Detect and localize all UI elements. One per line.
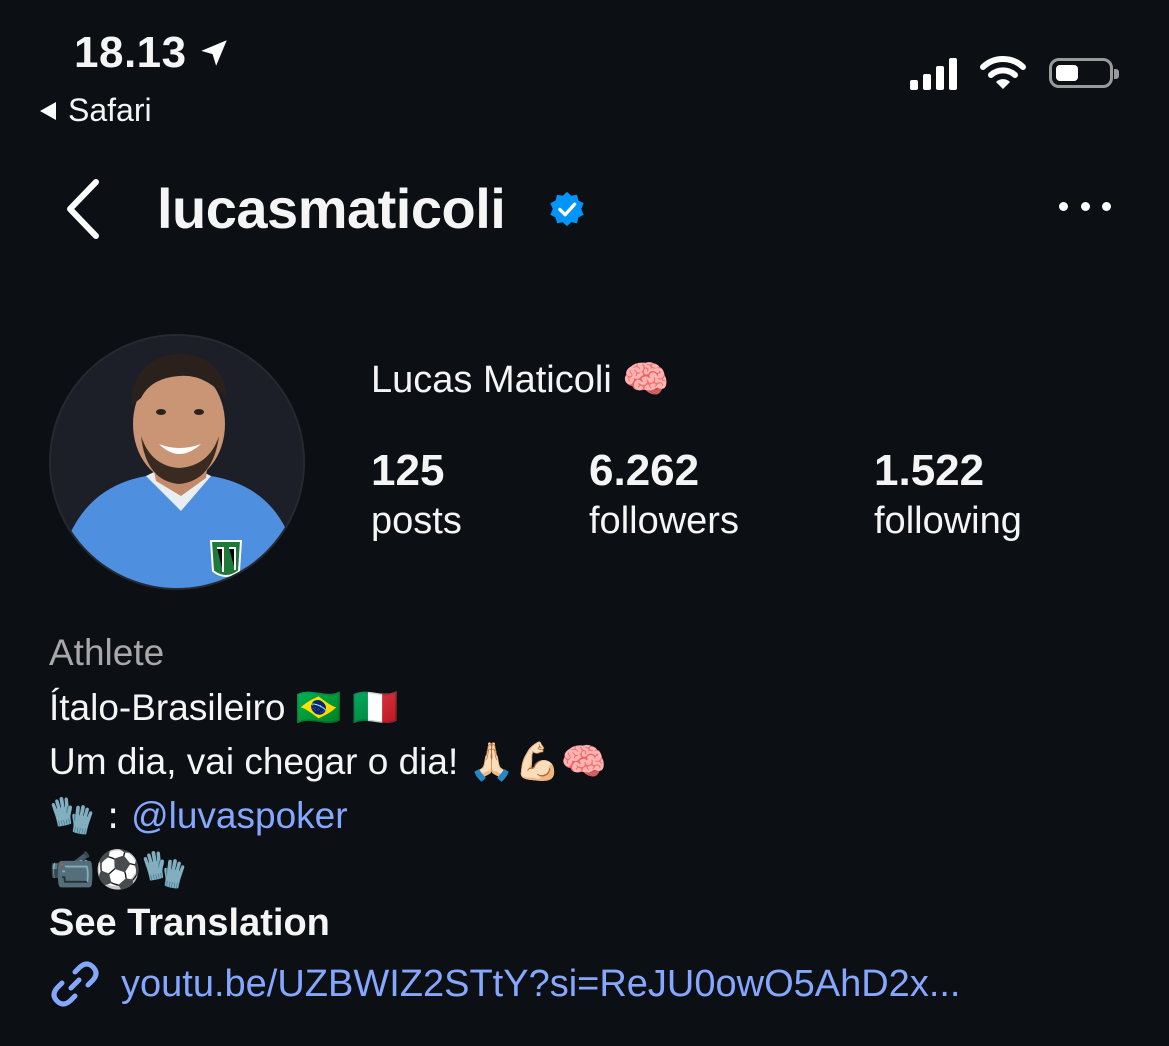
posts-count: 125 bbox=[371, 446, 445, 495]
bio-line-4: 📹⚽🧤 bbox=[49, 848, 188, 891]
battery-icon bbox=[1049, 58, 1119, 88]
followers-count: 6.262 bbox=[589, 446, 700, 495]
location-arrow-icon bbox=[200, 40, 227, 66]
mention-link[interactable]: @luvaspoker bbox=[131, 795, 348, 836]
back-app-label: Safari bbox=[68, 92, 152, 128]
profile-username: lucasmaticoli bbox=[157, 177, 506, 240]
bio-line-2: Um dia, vai chegar o dia! 🙏🏻💪🏻🧠 bbox=[49, 741, 607, 782]
link-chain-icon bbox=[51, 961, 99, 1007]
more-options-icon[interactable] bbox=[1059, 196, 1111, 216]
bio-line-3-prefix: 🧤 : bbox=[49, 794, 132, 837]
profile-avatar[interactable] bbox=[49, 334, 305, 590]
back-chevron-icon[interactable] bbox=[60, 176, 110, 242]
posts-stat[interactable]: 125 posts bbox=[371, 446, 462, 546]
bio-line-1: Ítalo-Brasileiro 🇧🇷 🇮🇹 bbox=[49, 687, 399, 728]
status-time: 18.13 bbox=[74, 28, 231, 78]
profile-category: Athlete bbox=[49, 632, 165, 673]
clock-text: 18.13 bbox=[74, 28, 187, 77]
verified-badge-icon bbox=[550, 191, 584, 227]
back-to-app[interactable]: Safari bbox=[38, 92, 152, 129]
profile-link[interactable]: youtu.be/UZBWIZ2STtY?si=ReJU0owO5AhD2x..… bbox=[49, 958, 961, 1010]
posts-label: posts bbox=[371, 500, 462, 542]
avatar-photo bbox=[51, 336, 303, 588]
link-url[interactable]: youtu.be/UZBWIZ2STtY?si=ReJU0owO5AhD2x..… bbox=[121, 963, 961, 1006]
following-label: following bbox=[874, 500, 1022, 542]
see-translation-button[interactable]: See Translation bbox=[49, 902, 330, 945]
followers-label: followers bbox=[589, 500, 739, 542]
bio-line-3: 🧤 : @luvaspoker bbox=[49, 792, 348, 840]
back-triangle-icon bbox=[40, 101, 56, 120]
following-stat[interactable]: 1.522 following bbox=[874, 446, 1022, 546]
followers-stat[interactable]: 6.262 followers bbox=[589, 446, 739, 546]
following-count: 1.522 bbox=[874, 446, 985, 495]
cellular-signal-icon bbox=[910, 56, 957, 90]
status-icons bbox=[910, 55, 1119, 91]
profile-full-name: Lucas Maticoli 🧠 bbox=[371, 359, 670, 401]
wifi-icon bbox=[980, 56, 1026, 89]
